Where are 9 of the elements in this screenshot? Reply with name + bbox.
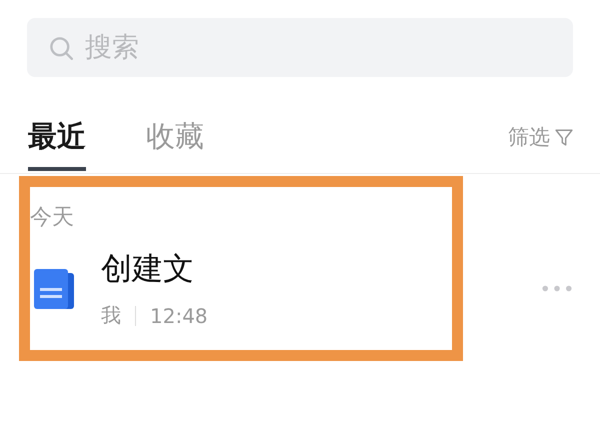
funnel-icon [555, 128, 573, 146]
file-time: 12:48 [150, 304, 208, 328]
document-icon [34, 268, 74, 308]
search-field[interactable]: 搜索 [27, 18, 573, 77]
file-name[interactable]: 创建文 [101, 248, 194, 290]
tab[interactable]: 最近 [28, 116, 86, 170]
section-heading: 今天 [30, 204, 75, 232]
file-owner: 我 [101, 302, 121, 329]
more-icon [542, 285, 572, 292]
